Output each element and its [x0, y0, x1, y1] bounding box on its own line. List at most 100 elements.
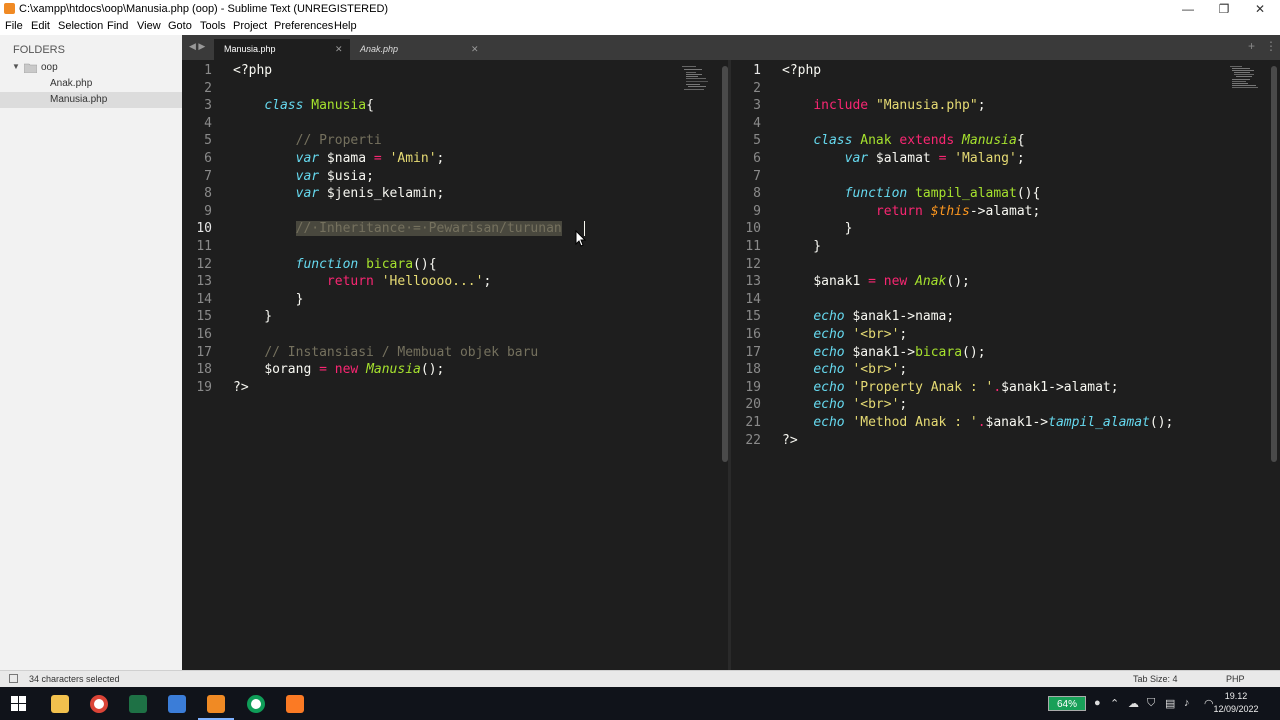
chrome-icon[interactable] — [90, 695, 108, 713]
code-line[interactable]: <?php — [782, 62, 821, 80]
code-line[interactable]: echo '<br>'; — [782, 396, 907, 414]
code-line[interactable]: echo 'Property Anak : '.$anak1->alamat; — [782, 379, 1118, 397]
tab-manusia[interactable]: Manusia.php ✕ — [214, 39, 350, 60]
code-line[interactable]: //·Inheritance·=·Pewarisan/turunan — [233, 220, 562, 238]
network-icon[interactable]: ▤ — [1165, 697, 1175, 710]
code-token: 'Helloooo...' — [381, 274, 484, 290]
chrome-icon[interactable] — [247, 695, 265, 713]
clock[interactable]: 19.12 12/09/2022 — [1200, 690, 1272, 716]
code-line[interactable]: include "Manusia.php"; — [782, 97, 985, 115]
menu-edit[interactable]: Edit — [31, 20, 50, 32]
editor-pane-left[interactable]: 1 2 3 4 5 6 7 8 9 10 11 12 13 14 15 16 17 18 19 <?php clas… — [182, 60, 728, 670]
menu-selection[interactable]: Selection — [58, 20, 103, 32]
code-line[interactable]: var $usia; — [233, 168, 374, 186]
menu-help[interactable]: Help — [334, 20, 357, 32]
minimap[interactable] — [1228, 64, 1264, 92]
code-line[interactable]: } — [233, 291, 304, 309]
code-token: { — [366, 98, 374, 114]
code-token: echo — [813, 327, 845, 342]
show-hidden-icons-icon[interactable]: ⌃ — [1110, 697, 1119, 710]
code-line[interactable]: <?php — [233, 62, 272, 80]
code-line[interactable]: class Manusia{ — [233, 97, 374, 115]
menu-file[interactable]: File — [5, 20, 23, 32]
code-line[interactable]: echo '<br>'; — [782, 326, 907, 344]
code-line[interactable]: function bicara(){ — [233, 256, 437, 274]
menu-find[interactable]: Find — [107, 20, 128, 32]
code-token: new — [883, 274, 908, 290]
file-item-anak[interactable]: Anak.php — [0, 76, 182, 92]
code-line[interactable]: $anak1 = new Anak(); — [782, 273, 970, 291]
file-item-manusia[interactable]: Manusia.php — [0, 92, 182, 108]
line-number: 10 — [196, 221, 212, 237]
code-line[interactable]: ?> — [233, 379, 249, 397]
sublime-app-icon — [4, 3, 15, 14]
menu-preferences[interactable]: Preferences — [274, 20, 333, 32]
minimize-button[interactable]: — — [1170, 0, 1206, 18]
tab-anak[interactable]: Anak.php ✕ — [350, 39, 486, 60]
line-number: 6 — [204, 151, 212, 166]
tab-list-icon[interactable]: ⋮ — [1265, 39, 1277, 53]
code-line[interactable]: var $alamat = 'Malang'; — [782, 150, 1025, 168]
code-line[interactable]: var $nama = 'Amin'; — [233, 150, 445, 168]
minimap[interactable] — [680, 64, 716, 92]
microphone-icon[interactable]: ● — [1094, 697, 1101, 709]
excel-icon[interactable] — [129, 695, 147, 713]
security-icon[interactable]: ⛉ — [1147, 697, 1155, 710]
code-line[interactable]: echo '<br>'; — [782, 361, 907, 379]
code-line[interactable]: } — [782, 220, 853, 238]
code-line[interactable]: } — [233, 308, 272, 326]
restore-button[interactable]: ❐ — [1206, 0, 1242, 18]
battery-indicator[interactable]: 64% — [1048, 696, 1086, 711]
panel-toggle-icon[interactable] — [9, 674, 18, 683]
cloud-icon[interactable]: ☁ — [1128, 697, 1139, 710]
menu-tools[interactable]: Tools — [200, 20, 226, 32]
disclosure-triangle-icon[interactable]: ▼ — [12, 62, 20, 71]
line-number: 1 — [204, 63, 212, 78]
line-number: 5 — [753, 133, 761, 149]
new-tab-icon[interactable]: + — [1248, 39, 1255, 53]
code-token: echo — [813, 362, 845, 378]
code-line[interactable]: // Properti — [233, 132, 382, 150]
code-line[interactable]: var $jenis_kelamin; — [233, 185, 445, 203]
close-tab-icon[interactable]: ✕ — [335, 44, 343, 55]
line-number: 3 — [204, 98, 212, 114]
code-line[interactable]: echo $anak1->bicara(); — [782, 344, 985, 362]
xampp-icon[interactable] — [286, 695, 304, 713]
scrollbar[interactable] — [1271, 66, 1277, 462]
code-line[interactable]: ?> — [782, 432, 798, 450]
code-line[interactable]: class Anak extends Manusia{ — [782, 132, 1024, 150]
tab-size-status[interactable]: Tab Size: 4 — [1133, 674, 1178, 684]
editor-pane-right[interactable]: 1 2 3 4 5 6 7 8 9 10 11 12 13 14 15 16 17 18 19 20 21 22 <?ph… — [731, 60, 1280, 670]
sublime-text-icon[interactable] — [207, 695, 225, 713]
menu-goto[interactable]: Goto — [168, 20, 192, 32]
code-line[interactable]: $orang = new Manusia(); — [233, 361, 444, 379]
close-tab-icon[interactable]: ✕ — [471, 44, 479, 55]
line-number: 18 — [196, 362, 212, 378]
code-line[interactable]: function tampil_alamat(){ — [782, 185, 1041, 203]
code-token: $anak1-> — [844, 344, 916, 360]
code-line[interactable]: // Instansiasi / Membuat objek baru — [233, 344, 538, 362]
menu-view[interactable]: View — [137, 20, 161, 32]
code-line[interactable]: } — [782, 238, 821, 256]
menu-project[interactable]: Project — [233, 20, 267, 32]
file-explorer-icon[interactable] — [51, 695, 69, 713]
windows-start-icon[interactable] — [11, 696, 26, 711]
tab-nav-arrows-icon[interactable]: ◀ ▶ — [189, 41, 205, 52]
line-number: 19 — [196, 379, 212, 395]
calculator-icon[interactable] — [168, 695, 186, 713]
code-line[interactable]: echo 'Method Anak : '.$anak1->tampil_ala… — [782, 414, 1173, 432]
volume-icon[interactable]: ♪ — [1184, 697, 1190, 709]
code-token: function — [295, 256, 359, 272]
line-number: 16 — [196, 327, 212, 342]
close-button[interactable]: ✕ — [1242, 0, 1278, 18]
code-line[interactable]: return 'Helloooo...'; — [233, 273, 491, 291]
code-line[interactable]: return $this->alamat; — [782, 203, 1040, 221]
code-line[interactable]: echo $anak1->nama; — [782, 308, 954, 326]
syntax-status[interactable]: PHP — [1226, 674, 1245, 684]
window-title: C:\xampp\htdocs\oop\Manusia.php (oop) - … — [19, 3, 389, 15]
folder-oop[interactable]: ▼ oop — [0, 60, 182, 76]
